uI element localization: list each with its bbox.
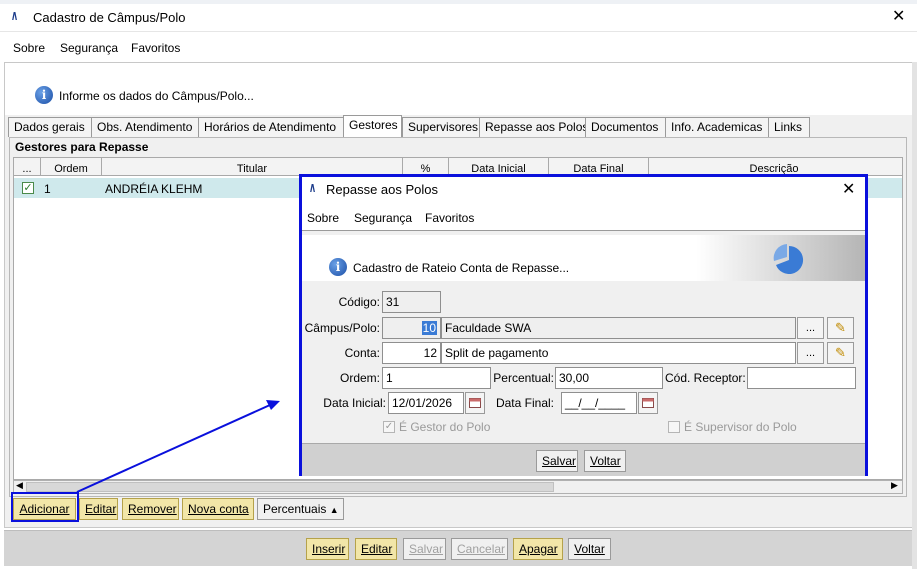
percentual-label: Percentual: (493, 371, 554, 385)
campus-lookup-button[interactable]: ... (797, 317, 824, 339)
calendar-icon[interactable] (465, 392, 485, 414)
modal-logo-icon: /\ (310, 183, 315, 195)
modal-info-text: Cadastro de Rateio Conta de Repasse... (353, 261, 570, 275)
codigo-label: Código: (338, 295, 380, 309)
apagar-label: Apagar (519, 542, 558, 556)
edit-pencil-icon[interactable]: ✎ (827, 317, 854, 339)
modal-menu-bar: Sobre Segurança Favoritos (302, 203, 865, 231)
data-final-field[interactable]: __/__/____ (561, 392, 637, 414)
modal-title: Repasse aos Polos (326, 182, 439, 197)
modal-salvar-button[interactable]: Salvar (536, 450, 578, 472)
editar-label: Editar (361, 542, 393, 556)
ordem-field[interactable]: 1 (382, 367, 491, 389)
calendar-final-icon[interactable] (638, 392, 658, 414)
conta-name-field[interactable]: Split de pagamento (441, 342, 796, 364)
conta-lookup-button[interactable]: ... (797, 342, 824, 364)
campus-code-value: 10 (421, 321, 437, 335)
calendar-final-glyph-icon (642, 398, 654, 408)
campus-label: Câmpus/Polo: (304, 321, 380, 335)
salvar-label: Salvar (409, 542, 444, 556)
modal-info-icon: i (329, 258, 347, 276)
modal-menu-favoritos[interactable]: Favoritos (425, 211, 474, 225)
gestor-checkbox[interactable]: ✓ (383, 421, 395, 433)
inserir-button[interactable]: Inserir (306, 538, 349, 560)
right-edge-scrollbar[interactable] (912, 62, 917, 569)
campus-code-field[interactable]: 10 (382, 317, 441, 339)
modal-salvar-label: Salvar (542, 454, 577, 468)
campus-name-field[interactable]: Faculdade SWA (441, 317, 796, 339)
modal-menu-sobre[interactable]: Sobre (307, 211, 339, 225)
modal-menu-seguranca[interactable]: Segurança (354, 211, 412, 225)
data-inicial-label: Data Inicial: (323, 396, 386, 410)
editar-button[interactable]: Editar (355, 538, 397, 560)
gestor-label: É Gestor do Polo (399, 420, 491, 434)
calendar-glyph-icon (469, 398, 481, 408)
inserir-label: Inserir (312, 542, 346, 556)
modal-title-bar: /\ Repasse aos Polos ✕ (302, 177, 865, 203)
pie-chart-icon (773, 244, 804, 274)
cod-receptor-label: Cód. Receptor: (665, 371, 746, 385)
data-final-label: Data Final: (495, 396, 554, 410)
modal-footer: Salvar Voltar (302, 443, 865, 476)
cod-receptor-field[interactable] (747, 367, 856, 389)
codigo-field[interactable]: 31 (382, 291, 441, 313)
conta-code-field[interactable]: 12 (382, 342, 441, 364)
modal-voltar-button[interactable]: Voltar (584, 450, 626, 472)
voltar-button[interactable]: Voltar (568, 538, 611, 560)
modal-info-header: i Cadastro de Rateio Conta de Repasse... (302, 235, 865, 281)
modal-voltar-label: Voltar (590, 454, 621, 468)
repasse-modal: /\ Repasse aos Polos ✕ Sobre Segurança F… (299, 174, 868, 476)
percentual-field[interactable]: 30,00 (555, 367, 663, 389)
conta-label: Conta: (344, 346, 380, 360)
ordem-label: Ordem: (339, 371, 380, 385)
salvar-button[interactable]: Salvar (403, 538, 446, 560)
supervisor-checkbox[interactable] (668, 421, 680, 433)
cancelar-button[interactable]: Cancelar (451, 538, 508, 560)
modal-close-icon[interactable]: ✕ (842, 182, 855, 198)
cancelar-label: Cancelar (457, 542, 506, 556)
supervisor-label: É Supervisor do Polo (684, 420, 797, 434)
apagar-button[interactable]: Apagar (513, 538, 563, 560)
voltar-label: Voltar (574, 542, 605, 556)
data-inicial-field[interactable]: 12/01/2026 (388, 392, 464, 414)
conta-edit-pencil-icon[interactable]: ✎ (827, 342, 854, 364)
